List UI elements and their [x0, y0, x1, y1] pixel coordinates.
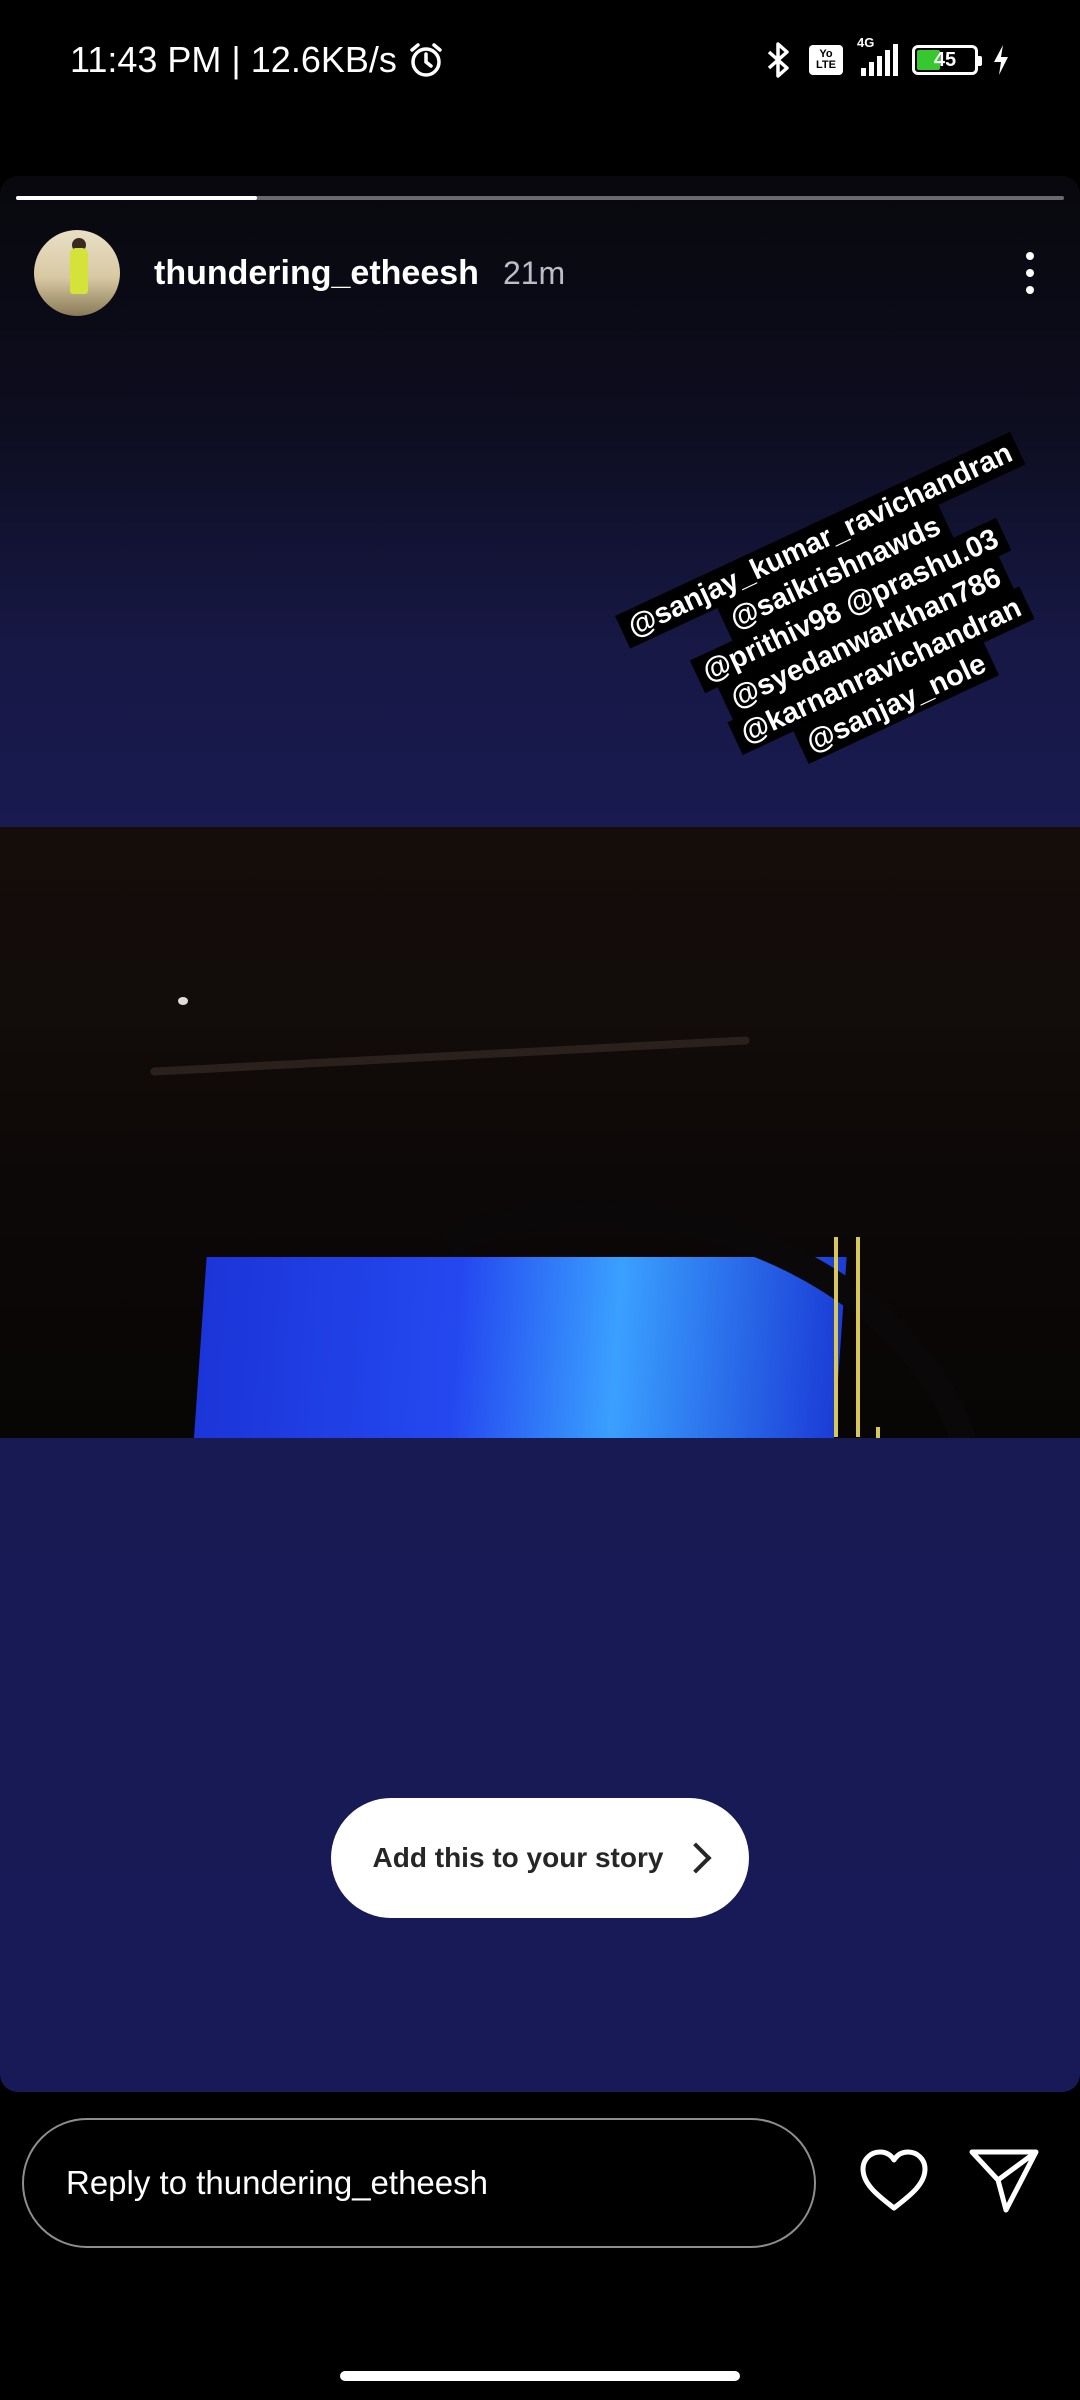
signal-bar [877, 56, 882, 76]
mention-stickers[interactable]: @sanjay_kumar_ravichandran @saikrishnawd… [615, 431, 1080, 812]
more-dot [1026, 252, 1034, 260]
signal-bar [885, 50, 890, 76]
chevron-right-icon [680, 1842, 713, 1874]
signal-strength-icon: 4G [857, 36, 898, 76]
status-bar: 11:43 PM | 12.6KB/s Yo LTE 4G 45 [0, 0, 1080, 120]
signal-bar [893, 44, 898, 76]
add-to-story-button[interactable]: Add this to your story [331, 1798, 749, 1918]
story-username[interactable]: thundering_etheesh [154, 254, 479, 293]
battery-level: 45 [933, 48, 957, 71]
story-video [0, 827, 1080, 1438]
home-indicator[interactable] [340, 2371, 740, 2381]
signal-bar [869, 62, 874, 76]
status-left: 11:43 PM | 12.6KB/s [70, 39, 445, 81]
status-separator: | [231, 39, 241, 80]
more-vertical-icon[interactable] [1010, 243, 1050, 303]
steering-wheel [245, 1126, 1047, 1438]
avatar[interactable] [34, 230, 120, 316]
light-strip [834, 1237, 838, 1437]
network-type: 4G [857, 35, 875, 50]
light-strip [856, 1237, 860, 1437]
bluetooth-icon [767, 42, 789, 78]
story-header: thundering_etheesh 21m [34, 228, 1050, 318]
status-right: Yo LTE 4G 45 [761, 36, 1010, 79]
light-spot [178, 997, 188, 1005]
heart-icon[interactable] [858, 2148, 930, 2214]
reply-placeholder: Reply to thundering_etheesh [66, 2164, 488, 2201]
status-time: 11:43 PM [70, 39, 222, 80]
send-icon[interactable] [968, 2146, 1040, 2214]
avatar-figure [70, 248, 88, 294]
battery-icon: 45 [912, 45, 982, 75]
volte-badge: Yo LTE [809, 45, 843, 75]
alarm-icon [410, 43, 442, 77]
screen: 11:43 PM | 12.6KB/s Yo LTE 4G 45 thunder… [0, 0, 1080, 2400]
volte-bottom: LTE [816, 59, 836, 71]
light-strip [876, 1427, 880, 1438]
net-speed: 12.6KB/s [250, 39, 397, 80]
add-to-story-label: Add this to your story [372, 1842, 664, 1873]
more-dot [1026, 286, 1034, 294]
dashboard-edge [150, 1036, 750, 1076]
charging-icon [994, 45, 1008, 75]
story-timestamp: 21m [502, 254, 566, 291]
story-progress-bar [16, 196, 1064, 200]
story-progress-fill [16, 196, 258, 200]
reply-input[interactable]: Reply to thundering_etheesh [22, 2118, 816, 2248]
signal-bar [861, 68, 866, 76]
more-dot [1026, 269, 1034, 277]
